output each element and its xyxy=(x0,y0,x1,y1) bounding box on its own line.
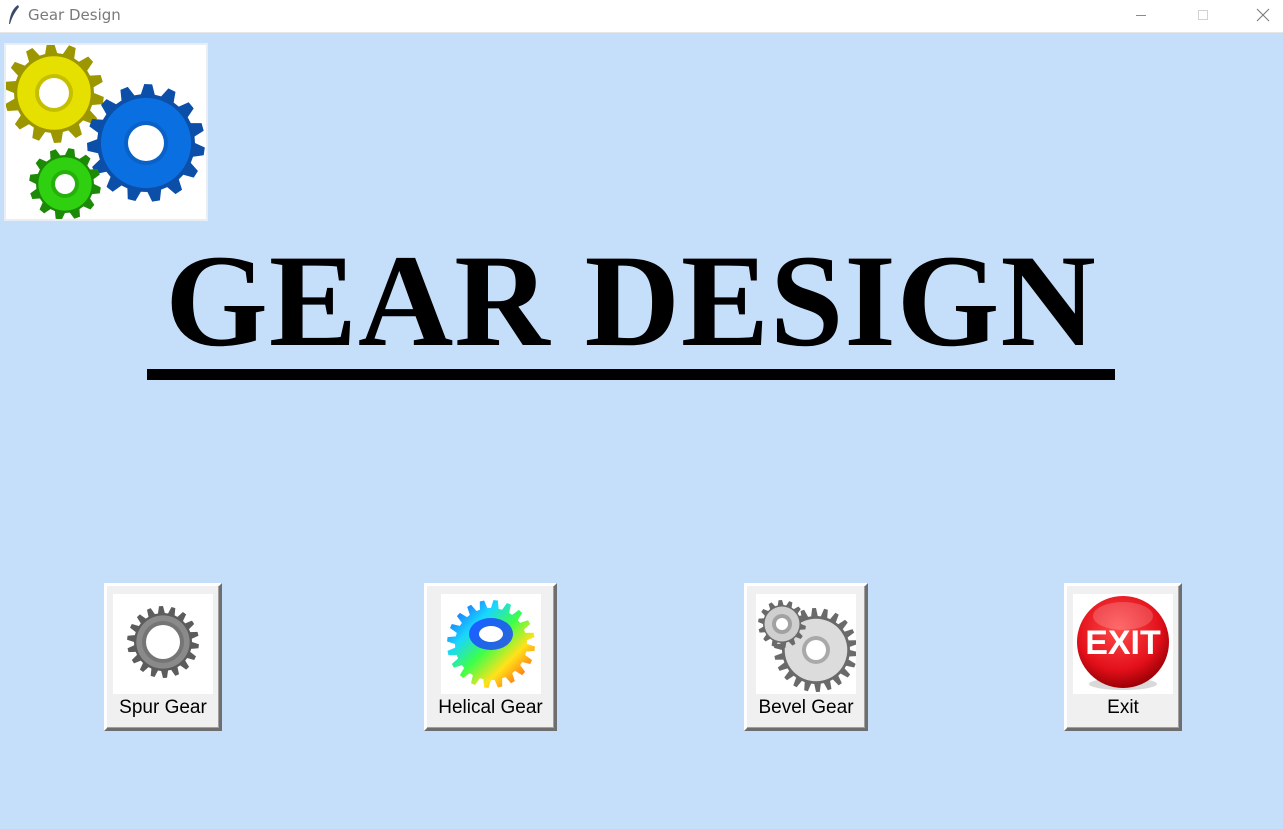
exit-button[interactable]: EXIT Exit xyxy=(1064,583,1182,731)
bevel-gear-button[interactable]: Bevel Gear xyxy=(744,583,868,731)
bevel-gear-icon xyxy=(756,594,858,694)
page-title: GEAR DESIGN xyxy=(165,227,1097,374)
gears-logo xyxy=(4,43,208,221)
close-button[interactable] xyxy=(1240,0,1283,30)
exit-sign-icon: EXIT xyxy=(1073,594,1173,694)
spur-gear-icon xyxy=(113,594,213,694)
maximize-button[interactable] xyxy=(1180,0,1226,30)
spur-gear-shape xyxy=(127,606,199,678)
maximize-icon xyxy=(1198,10,1208,20)
minimize-button[interactable] xyxy=(1118,0,1164,30)
gears-logo-icon xyxy=(6,45,205,219)
helical-gear-label: Helical Gear xyxy=(438,697,543,718)
bevel-gear-label: Bevel Gear xyxy=(758,697,854,718)
helical-gear-icon xyxy=(440,594,541,694)
minimize-icon xyxy=(1136,15,1146,16)
blue-gear-icon xyxy=(87,84,205,202)
main-window: GEAR DESIGN Spur Gear Helical Gear Bevel… xyxy=(0,33,1283,829)
title-underline xyxy=(147,369,1115,380)
close-icon xyxy=(1256,8,1270,22)
exit-label: Exit xyxy=(1107,697,1139,718)
spur-gear-button[interactable]: Spur Gear xyxy=(104,583,222,731)
yellow-gear-icon xyxy=(6,45,104,143)
exit-sign-text: EXIT xyxy=(1085,624,1161,662)
window-title: Gear Design xyxy=(28,6,121,24)
title-bar: Gear Design xyxy=(0,0,1283,33)
helical-gear-button[interactable]: Helical Gear xyxy=(424,583,557,731)
spur-gear-label: Spur Gear xyxy=(119,697,207,718)
feather-icon xyxy=(9,5,19,24)
green-gear-icon xyxy=(29,148,101,219)
